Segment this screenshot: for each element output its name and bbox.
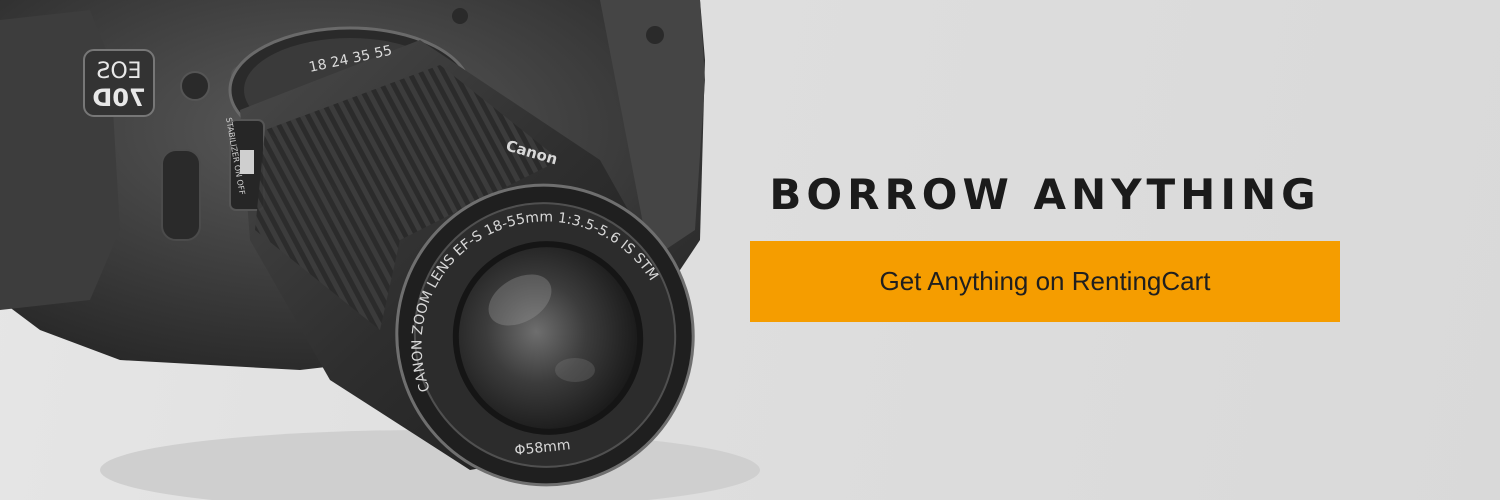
model-badge: EOS 70D — [83, 49, 155, 117]
camera-photo: EOS 70D 18 24 35 55 STABILIZER ON OFF Ca… — [0, 0, 760, 500]
cta-label: Get Anything on RentingCart — [879, 266, 1211, 296]
headline: BORROW ANYTHING — [769, 170, 1321, 219]
stabilizer-switch: STABILIZER ON OFF — [224, 117, 265, 211]
model-badge-bottom: 70D — [92, 84, 145, 112]
hero-banner: EOS 70D 18 24 35 55 STABILIZER ON OFF Ca… — [0, 0, 1500, 500]
rentingcart-cta-button[interactable]: Get Anything on RentingCart — [750, 241, 1340, 322]
model-badge-top: EOS — [96, 59, 141, 84]
